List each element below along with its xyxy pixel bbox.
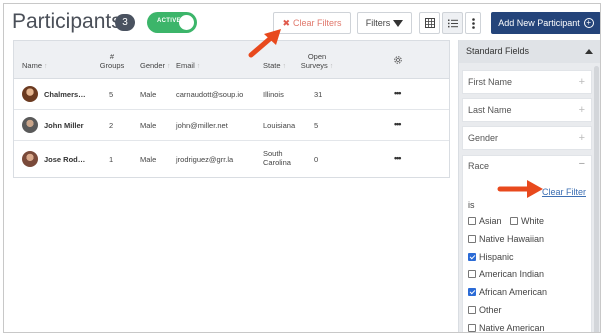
race-option-white[interactable]: White (510, 216, 544, 226)
participant-count-badge: 3 (115, 14, 135, 31)
toggle-knob (179, 15, 194, 30)
clear-filter-link[interactable]: Clear Filter (542, 187, 586, 197)
active-toggle-label: ACTIVE (157, 18, 181, 24)
groups-count: 2 (109, 121, 114, 130)
race-option-american-indian[interactable]: American Indian (468, 269, 544, 279)
funnel-icon (393, 19, 404, 27)
race-option-african-american[interactable]: African American (468, 287, 547, 297)
participants-table: Name ↑ # Groups Gender ↑ Email ↑ State ↑ Open… (13, 40, 450, 178)
clear-filters-label: Clear Filters (293, 18, 342, 28)
field-last-name[interactable]: Last Name + (462, 98, 592, 122)
race-option-native-american[interactable]: Native American (468, 323, 545, 332)
field-gender[interactable]: Gender + (462, 126, 592, 150)
email-value: john@miller.net (176, 121, 228, 130)
checkbox-checked[interactable] (468, 253, 476, 261)
standard-fields-title: Standard Fields (466, 46, 530, 56)
participant-name[interactable]: Chalmers… (44, 90, 86, 99)
panel-scrollbar[interactable] (594, 66, 599, 332)
open-surveys-value: 5 (314, 121, 319, 130)
checkbox[interactable] (510, 217, 518, 225)
table-header: Name ↑ # Groups Gender ↑ Email ↑ State ↑ Open… (14, 41, 449, 79)
plus-icon: + (578, 76, 585, 88)
groups-count: 5 (109, 90, 114, 99)
email-value: jrodriguez@grr.la (176, 155, 234, 164)
gender-value: Male (140, 155, 157, 164)
gender-value: Male (140, 90, 157, 99)
state-value: Louisiana (263, 121, 296, 130)
plus-icon: + (578, 104, 585, 116)
participant-name[interactable]: John Miller (44, 121, 84, 130)
race-option-other[interactable]: Other (468, 305, 502, 315)
column-header-state[interactable]: State ↑ (263, 61, 286, 71)
more-options-button[interactable] (465, 12, 481, 34)
plus-icon: + (578, 132, 585, 144)
email-value: carnaudott@soup.io (176, 90, 244, 99)
list-view-button[interactable] (442, 12, 463, 34)
plus-circle-icon: + (583, 18, 594, 28)
checkbox[interactable] (468, 270, 476, 278)
table-row[interactable]: Chalmers… 5 Male carnaudott@soup.io Illi… (14, 79, 449, 110)
race-option-native-hawaiian[interactable]: Native Hawaiian (468, 234, 544, 244)
vertical-dots-icon (471, 17, 475, 29)
standard-fields-header[interactable]: Standard Fields (459, 40, 600, 63)
grid-view-icon (424, 18, 435, 28)
annotation-arrow-clear-filter (497, 180, 543, 198)
checkbox[interactable] (468, 306, 476, 314)
field-first-name[interactable]: First Name + (462, 70, 592, 94)
race-option-hispanic[interactable]: Hispanic (468, 252, 514, 262)
minus-icon[interactable]: − (579, 158, 585, 170)
gender-value: Male (140, 121, 157, 130)
column-header-name[interactable]: Name ↑ (22, 61, 48, 71)
row-actions-button[interactable]: ••• (394, 88, 402, 98)
groups-count: 1 (109, 155, 114, 164)
active-toggle[interactable]: ACTIVE (147, 12, 197, 33)
table-row[interactable]: Jose Rod… 1 Male jrodriguez@grr.la South… (14, 141, 449, 177)
checkbox[interactable] (468, 324, 476, 332)
row-actions-button[interactable]: ••• (394, 119, 402, 129)
checkbox-checked[interactable] (468, 288, 476, 296)
race-title[interactable]: Race (468, 161, 489, 171)
column-header-groups[interactable]: # Groups (99, 52, 125, 70)
filters-label: Filters (365, 18, 391, 28)
column-header-email[interactable]: Email ↑ (176, 61, 200, 71)
avatar (22, 86, 38, 102)
list-view-icon (447, 19, 458, 27)
annotation-arrow-clear-filters (248, 29, 281, 58)
table-row[interactable]: John Miller 2 Male john@miller.net Louis… (14, 110, 449, 141)
column-header-gender[interactable]: Gender ↑ (140, 61, 171, 71)
gear-icon[interactable] (393, 55, 403, 65)
state-value: South Carolina (263, 149, 291, 167)
add-new-participant-button[interactable]: Add New Participant + (491, 12, 600, 34)
participant-name[interactable]: Jose Rod… (44, 155, 85, 164)
filters-button[interactable]: Filters (357, 12, 412, 34)
is-label: is (468, 200, 475, 210)
page-title: Participants (12, 10, 122, 33)
race-option-asian[interactable]: Asian (468, 216, 502, 226)
open-surveys-value: 31 (314, 90, 323, 99)
checkbox[interactable] (468, 235, 476, 243)
grid-view-button[interactable] (419, 12, 440, 34)
column-header-open-surveys[interactable]: Open Surveys ↑ (300, 52, 334, 71)
avatar (22, 117, 38, 133)
checkbox[interactable] (468, 217, 476, 225)
state-value: Illinois (263, 90, 284, 99)
avatar (22, 151, 38, 167)
app-frame: Participants 3 ACTIVE ✖ Clear Filters Fi… (3, 3, 601, 333)
open-surveys-value: 0 (314, 155, 319, 164)
add-new-participant-label: Add New Participant (498, 18, 580, 28)
row-actions-button[interactable]: ••• (394, 153, 402, 163)
caret-up-icon (585, 49, 593, 54)
